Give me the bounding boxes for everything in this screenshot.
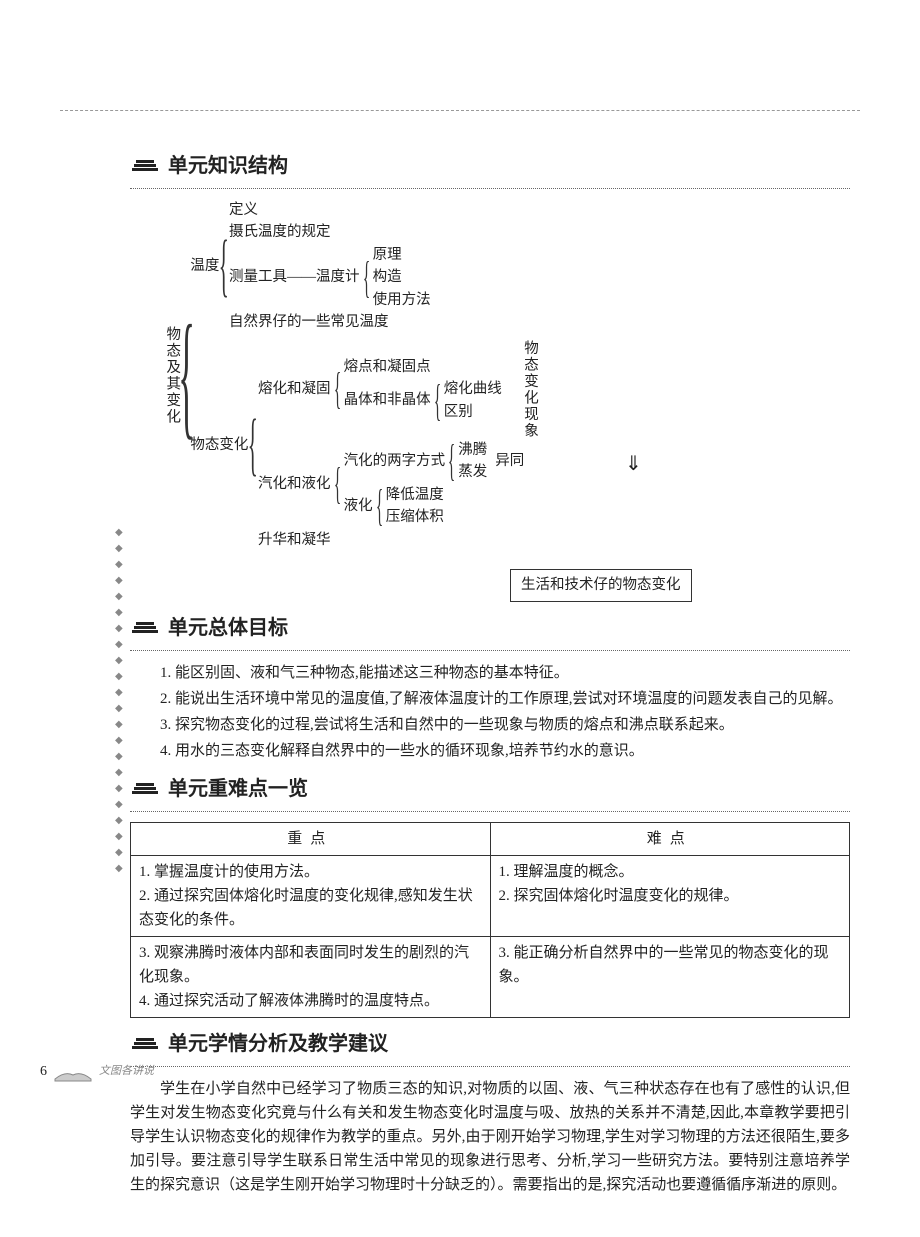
open-book-icon — [53, 1061, 93, 1083]
leaf: 熔点和凝固点 — [344, 356, 502, 378]
cell-text: 3. 能正确分析自然界中的一些常见的物态变化的现象。 — [499, 941, 842, 989]
table-row: 重点 难点 — [131, 823, 850, 856]
change-label: 物态变化 — [190, 434, 248, 457]
col-header-focus: 重点 — [131, 823, 491, 856]
leaf: 液化 — [344, 495, 373, 517]
leaf: 汽化和液化 — [258, 473, 331, 495]
cell-text: 2. 通过探究固体熔化时温度的变化规律,感知发生状态变化的条件。 — [139, 884, 482, 932]
leaf: 构造 — [373, 266, 431, 288]
cell-text: 3. 观察沸腾时液体内部和表面同时发生的剧烈的汽化现象。 — [139, 941, 482, 989]
difficulty-table: 重点 难点 1. 掌握温度计的使用方法。 2. 通过探究固体熔化时温度的变化规律… — [130, 822, 850, 1018]
section-header-difficulty: 单元重难点一览 — [130, 773, 850, 805]
section-header-advice: 单元学情分析及教学建议 — [130, 1028, 850, 1060]
page-number: 6 — [40, 1061, 47, 1083]
brace-icon: { — [362, 256, 369, 300]
leaf: 自然界仔的一些常见温度 — [229, 311, 431, 333]
books-icon — [130, 616, 162, 640]
leaf: 测量工具——温度计 — [229, 266, 360, 288]
result-box: 生活和技术仔的物态变化 — [510, 569, 692, 602]
goal-item: 4. 用水的三态变化解释自然界中的一些水的循环现象,培养节约水的意识。 — [130, 739, 850, 763]
goal-item: 2. 能说出生活环境中常见的温度值,了解液体温度计的工作原理,尝试对环境温度的问… — [130, 687, 850, 711]
brace-icon: { — [219, 231, 229, 301]
cell-text: 2. 探究固体熔化时温度变化的规律。 — [499, 884, 842, 908]
goal-item: 1. 能区别固、液和气三种物态,能描述这三种物态的基本特征。 — [130, 661, 850, 685]
leaf: 区别 — [444, 401, 502, 423]
leaf: 熔化和凝固 — [258, 378, 331, 400]
leaf: 原理 — [373, 244, 431, 266]
leaf: 压缩体积 — [386, 506, 444, 528]
section-divider — [130, 1066, 850, 1067]
table-row: 3. 观察沸腾时液体内部和表面同时发生的剧烈的汽化现象。 4. 通过探究活动了解… — [131, 937, 850, 1018]
cell-text: 1. 掌握温度计的使用方法。 — [139, 860, 482, 884]
col-header-difficulty: 难点 — [490, 823, 850, 856]
section-header-goals: 单元总体目标 — [130, 612, 850, 644]
cell-text: 4. 通过探究活动了解液体沸腾时的温度特点。 — [139, 989, 482, 1013]
leaf: 汽化的两字方式 — [344, 450, 446, 472]
leaf: 使用方法 — [373, 289, 431, 311]
temp-label: 温度 — [190, 255, 219, 278]
brace-icon: { — [333, 462, 340, 506]
goal-item: 3. 探究物态变化的过程,尝试将生活和自然中的一些现象与物质的熔点和沸点联系起来… — [130, 713, 850, 737]
analysis-paragraph: 学生在小学自然中已经学习了物质三态的知识,对物质的以固、液、气三种状态存在也有了… — [130, 1077, 850, 1197]
leaf: 晶体和非晶体 — [344, 389, 431, 411]
leaf: 异同 — [495, 450, 524, 472]
knowledge-diagram: 物态及其变化 { 温度 { 定义 摄氏温度的规定 测量工具——温度计 { 原理 … — [160, 199, 850, 602]
section-title: 单元知识结构 — [168, 150, 288, 182]
section-divider — [130, 188, 850, 189]
leaf: 蒸发 — [458, 461, 487, 483]
page-footer: 6 文图各讲说 — [40, 1061, 154, 1083]
brace-icon: { — [178, 305, 195, 445]
brace-icon: { — [448, 439, 455, 483]
brace-icon: { — [248, 410, 258, 480]
side-label: 物态变化现象 — [518, 340, 541, 439]
page-top-dash — [60, 110, 860, 111]
section-divider — [130, 811, 850, 812]
brace-icon: { — [375, 484, 382, 528]
section-title: 单元总体目标 — [168, 612, 288, 644]
section-divider — [130, 650, 850, 651]
margin-ornament: ◆◆◆◆◆◆◆◆◆◆◆◆◆◆◆◆◆◆◆◆◆◆ — [115, 525, 123, 877]
leaf: 熔化曲线 — [444, 378, 502, 400]
leaf: 定义 — [229, 199, 431, 221]
section-title: 单元重难点一览 — [168, 773, 308, 805]
footer-label: 文图各讲说 — [99, 1063, 154, 1081]
leaf: 升华和凝华 — [258, 529, 657, 551]
books-icon — [130, 777, 162, 801]
arrow-down-icon: ⇓ — [625, 454, 642, 474]
brace-icon: { — [333, 367, 340, 411]
table-row: 1. 掌握温度计的使用方法。 2. 通过探究固体熔化时温度的变化规律,感知发生状… — [131, 856, 850, 937]
leaf: 降低温度 — [386, 484, 444, 506]
cell-text: 1. 理解温度的概念。 — [499, 860, 842, 884]
books-icon — [130, 154, 162, 178]
goals-list: 1. 能区别固、液和气三种物态,能描述这三种物态的基本特征。 2. 能说出生活环… — [130, 661, 850, 763]
leaf: 沸腾 — [458, 439, 487, 461]
section-header-structure: 单元知识结构 — [130, 150, 850, 182]
section-title: 单元学情分析及教学建议 — [168, 1028, 388, 1060]
leaf: 摄氏温度的规定 — [229, 221, 431, 243]
brace-icon: { — [433, 379, 440, 423]
books-icon — [130, 1032, 162, 1056]
